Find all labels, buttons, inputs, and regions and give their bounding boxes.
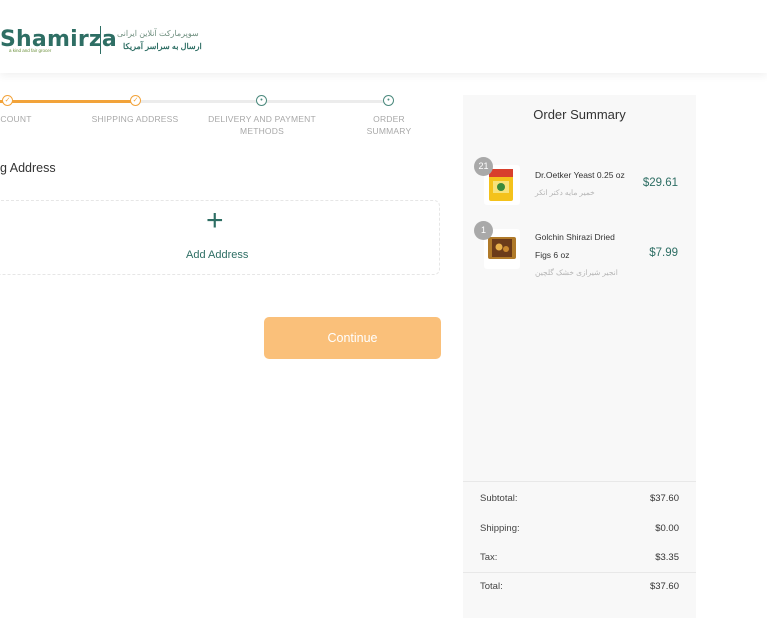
site-header: Shamirza a kind and fair grocer سوپرمارک… bbox=[0, 0, 767, 73]
stepper-progress-line bbox=[0, 100, 136, 103]
step-4-label: ORDER SUMMARY bbox=[354, 113, 424, 137]
step-3-label: DELIVERY AND PAYMENT METHODS bbox=[197, 113, 327, 137]
order-summary-panel: Order Summary 21 Dr.Oetker Yeast 0.25 oz… bbox=[463, 95, 696, 618]
shipping-value: $0.00 bbox=[655, 523, 679, 534]
logo-tagline: a kind and fair grocer bbox=[9, 48, 52, 53]
step-2-check-icon: ✓ bbox=[130, 95, 141, 106]
item-name-line1: Dr.Oetker Yeast 0.25 oz bbox=[535, 170, 625, 180]
order-summary-title: Order Summary bbox=[533, 107, 626, 122]
subtotal-label: Subtotal: bbox=[480, 493, 518, 504]
step-4-dot-icon: • bbox=[383, 95, 394, 106]
item-name: Dr.Oetker Yeast 0.25 oz bbox=[535, 166, 630, 184]
quantity-badge: 1 bbox=[474, 221, 493, 240]
item-name-fa: خمیر مایه دکتر اتکر bbox=[535, 188, 595, 197]
item-name-fa: انجیر شیرازی خشک گلچین bbox=[535, 268, 618, 277]
shipping-address-heading: g Address bbox=[0, 161, 56, 175]
tagline-fa-1: سوپرمارکت آنلاین ایرانی bbox=[117, 29, 199, 38]
step-2-label-line: SHIPPING ADDRESS bbox=[91, 114, 179, 124]
step-1-check-icon: ✓ bbox=[2, 95, 13, 106]
step-3-label-line2: METHODS bbox=[240, 126, 284, 136]
item-name-line2: Figs 6 oz bbox=[535, 250, 570, 260]
add-address-label[interactable]: Add Address bbox=[186, 249, 248, 261]
step-3-label-line1: DELIVERY AND PAYMENT bbox=[208, 114, 316, 124]
step-4-label-line2: SUMMARY bbox=[366, 126, 412, 136]
item-name: Golchin Shirazi Dried Figs 6 oz bbox=[535, 228, 630, 264]
continue-button[interactable]: Continue bbox=[264, 317, 441, 359]
shipping-label: Shipping: bbox=[480, 523, 520, 534]
totals-divider bbox=[463, 572, 696, 573]
step-1-label-line: COUNT bbox=[0, 114, 32, 124]
tax-value: $3.35 bbox=[655, 552, 679, 563]
tagline-fa-2: ارسال به سراسر آمریکا bbox=[123, 42, 202, 51]
subtotal-value: $37.60 bbox=[649, 493, 679, 504]
step-2-label[interactable]: SHIPPING ADDRESS bbox=[85, 113, 185, 125]
item-price: $29.61 bbox=[642, 177, 678, 189]
tax-label: Tax: bbox=[480, 552, 498, 563]
step-3-dot-icon: • bbox=[256, 95, 267, 106]
step-4-label-line1: ORDER bbox=[373, 114, 405, 124]
summary-divider bbox=[463, 481, 696, 482]
total-label: Total: bbox=[480, 581, 503, 592]
quantity-badge: 21 bbox=[474, 157, 493, 176]
item-price: $7.99 bbox=[649, 247, 678, 259]
item-name-line1: Golchin Shirazi Dried bbox=[535, 232, 615, 242]
total-value: $37.60 bbox=[649, 581, 679, 592]
logo-divider bbox=[100, 26, 101, 54]
step-1-label[interactable]: COUNT bbox=[0, 113, 36, 125]
plus-icon[interactable]: + bbox=[206, 206, 224, 236]
